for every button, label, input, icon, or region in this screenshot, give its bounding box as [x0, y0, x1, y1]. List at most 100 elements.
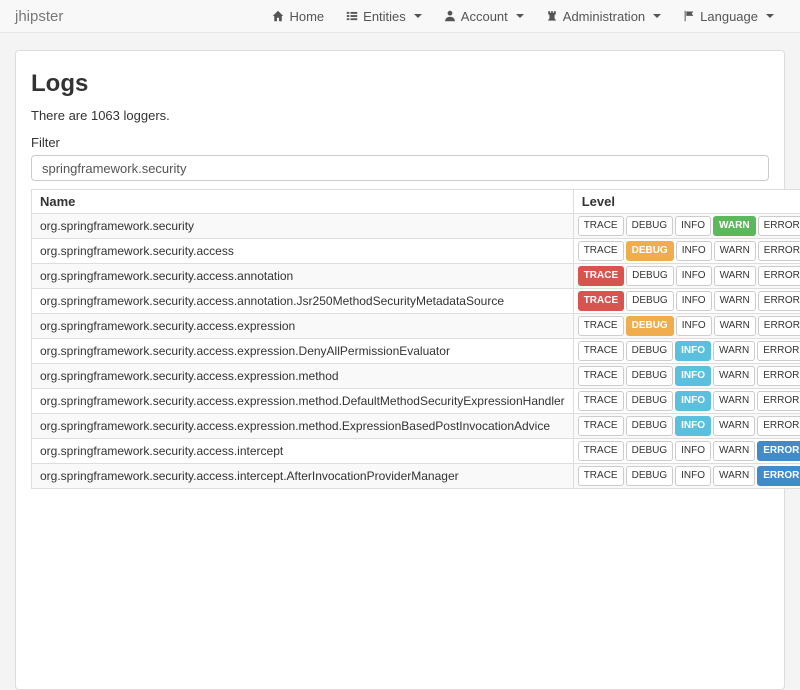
table-row: org.springframework.security.access.anno…	[32, 289, 800, 314]
level-button-group: TRACEDEBUGINFOWARNERROR	[573, 289, 800, 314]
level-button-info[interactable]: INFO	[676, 291, 712, 311]
navbar-menu: Home Entities Account Administration Languag…	[261, 0, 785, 32]
level-button-error[interactable]: ERROR	[757, 341, 800, 361]
level-button-group: TRACEDEBUGINFOWARNERROR	[573, 339, 800, 364]
nav-item-language[interactable]: Language	[672, 0, 785, 33]
flag-icon	[683, 10, 695, 22]
level-button-trace[interactable]: TRACE	[578, 416, 624, 436]
nav-item-entities[interactable]: Entities	[335, 0, 433, 33]
level-button-group: TRACEDEBUGINFOWARNERROR	[573, 364, 800, 389]
page-title: Logs	[31, 70, 769, 98]
level-button-warn[interactable]: WARN	[713, 391, 755, 411]
level-button-error[interactable]: ERROR	[757, 466, 800, 486]
level-button-group: TRACEDEBUGINFOWARNERROR	[573, 439, 800, 464]
level-button-debug[interactable]: DEBUG	[626, 241, 674, 261]
nav-item-account[interactable]: Account	[433, 0, 535, 33]
logs-table: Name Level org.springframework.securityT…	[31, 189, 800, 489]
level-button-debug[interactable]: DEBUG	[626, 341, 674, 361]
level-button-error[interactable]: ERROR	[758, 241, 800, 261]
level-button-trace[interactable]: TRACE	[578, 441, 624, 461]
level-button-error[interactable]: ERROR	[758, 266, 800, 286]
level-button-trace[interactable]: TRACE	[578, 391, 624, 411]
level-button-warn[interactable]: WARN	[713, 441, 755, 461]
level-button-trace[interactable]: TRACE	[578, 466, 624, 486]
level-button-info[interactable]: INFO	[675, 216, 711, 236]
filter-input[interactable]	[31, 155, 769, 181]
level-button-error[interactable]: ERROR	[758, 316, 800, 336]
filter-label: Filter	[31, 135, 769, 150]
level-button-info[interactable]: INFO	[675, 341, 711, 361]
level-button-warn[interactable]: WARN	[714, 291, 756, 311]
level-button-debug[interactable]: DEBUG	[626, 316, 674, 336]
table-row: org.springframework.security.access.expr…	[32, 339, 800, 364]
table-row: org.springframework.security.access.anno…	[32, 264, 800, 289]
logger-name: org.springframework.security.access.expr…	[32, 414, 574, 439]
table-row: org.springframework.security.access.inte…	[32, 464, 800, 489]
logger-name: org.springframework.security.access.anno…	[32, 264, 574, 289]
level-button-info[interactable]: INFO	[675, 416, 711, 436]
level-button-info[interactable]: INFO	[676, 266, 712, 286]
level-button-group: TRACEDEBUGINFOWARNERROR	[573, 214, 800, 239]
table-row: org.springframework.securityTRACEDEBUGIN…	[32, 214, 800, 239]
nav-item-administration[interactable]: Administration	[535, 0, 672, 33]
table-row: org.springframework.security.access.expr…	[32, 389, 800, 414]
level-button-debug[interactable]: DEBUG	[626, 291, 674, 311]
level-button-debug[interactable]: DEBUG	[626, 441, 674, 461]
level-button-info[interactable]: INFO	[676, 316, 712, 336]
level-button-info[interactable]: INFO	[675, 466, 711, 486]
level-button-debug[interactable]: DEBUG	[626, 216, 674, 236]
level-button-warn[interactable]: WARN	[713, 416, 755, 436]
level-button-debug[interactable]: DEBUG	[626, 466, 674, 486]
table-row: org.springframework.security.access.inte…	[32, 439, 800, 464]
loggers-count-text: There are 1063 loggers.	[31, 108, 769, 123]
level-button-error[interactable]: ERROR	[757, 441, 800, 461]
column-header-level: Level	[573, 190, 800, 214]
level-button-trace[interactable]: TRACE	[578, 291, 624, 311]
level-button-info[interactable]: INFO	[675, 366, 711, 386]
level-button-debug[interactable]: DEBUG	[626, 266, 674, 286]
level-button-warn[interactable]: WARN	[713, 341, 755, 361]
level-button-error[interactable]: ERROR	[758, 216, 800, 236]
level-button-error[interactable]: ERROR	[757, 366, 800, 386]
level-button-warn[interactable]: WARN	[713, 216, 756, 236]
column-header-name: Name	[32, 190, 574, 214]
brand-jhipster[interactable]: jhipster	[15, 8, 63, 25]
chevron-down-icon	[516, 14, 524, 18]
level-button-info[interactable]: INFO	[676, 241, 712, 261]
level-button-group: TRACEDEBUGINFOWARNERROR	[573, 314, 800, 339]
nav-item-home[interactable]: Home	[261, 0, 335, 33]
level-button-warn[interactable]: WARN	[714, 241, 756, 261]
logger-name: org.springframework.security.access	[32, 239, 574, 264]
level-button-trace[interactable]: TRACE	[578, 341, 624, 361]
level-button-warn[interactable]: WARN	[714, 316, 756, 336]
logger-name: org.springframework.security.access.expr…	[32, 314, 574, 339]
nav-item-label: Language	[700, 9, 758, 24]
level-button-trace[interactable]: TRACE	[578, 366, 624, 386]
level-button-trace[interactable]: TRACE	[578, 241, 624, 261]
chevron-down-icon	[766, 14, 774, 18]
level-button-group: TRACEDEBUGINFOWARNERROR	[573, 464, 800, 489]
level-button-info[interactable]: INFO	[675, 441, 711, 461]
level-button-trace[interactable]: TRACE	[578, 266, 624, 286]
navbar: jhipster Home Entities Account Administrati…	[0, 0, 800, 33]
level-button-warn[interactable]: WARN	[713, 366, 755, 386]
level-button-error[interactable]: ERROR	[757, 391, 800, 411]
level-button-debug[interactable]: DEBUG	[626, 416, 674, 436]
logger-name: org.springframework.security.access.anno…	[32, 289, 574, 314]
nav-item-label: Account	[461, 9, 508, 24]
table-header-row: Name Level	[32, 190, 800, 214]
level-button-debug[interactable]: DEBUG	[626, 366, 674, 386]
logger-name: org.springframework.security.access.inte…	[32, 464, 574, 489]
nav-item-label: Home	[289, 9, 324, 24]
level-button-debug[interactable]: DEBUG	[626, 391, 674, 411]
level-button-warn[interactable]: WARN	[713, 466, 755, 486]
level-button-error[interactable]: ERROR	[758, 291, 800, 311]
level-button-trace[interactable]: TRACE	[578, 316, 624, 336]
level-button-trace[interactable]: TRACE	[578, 216, 624, 236]
level-button-warn[interactable]: WARN	[714, 266, 756, 286]
logger-name: org.springframework.security	[32, 214, 574, 239]
level-button-group: TRACEDEBUGINFOWARNERROR	[573, 239, 800, 264]
level-button-info[interactable]: INFO	[675, 391, 711, 411]
level-button-error[interactable]: ERROR	[757, 416, 800, 436]
level-button-group: TRACEDEBUGINFOWARNERROR	[573, 264, 800, 289]
